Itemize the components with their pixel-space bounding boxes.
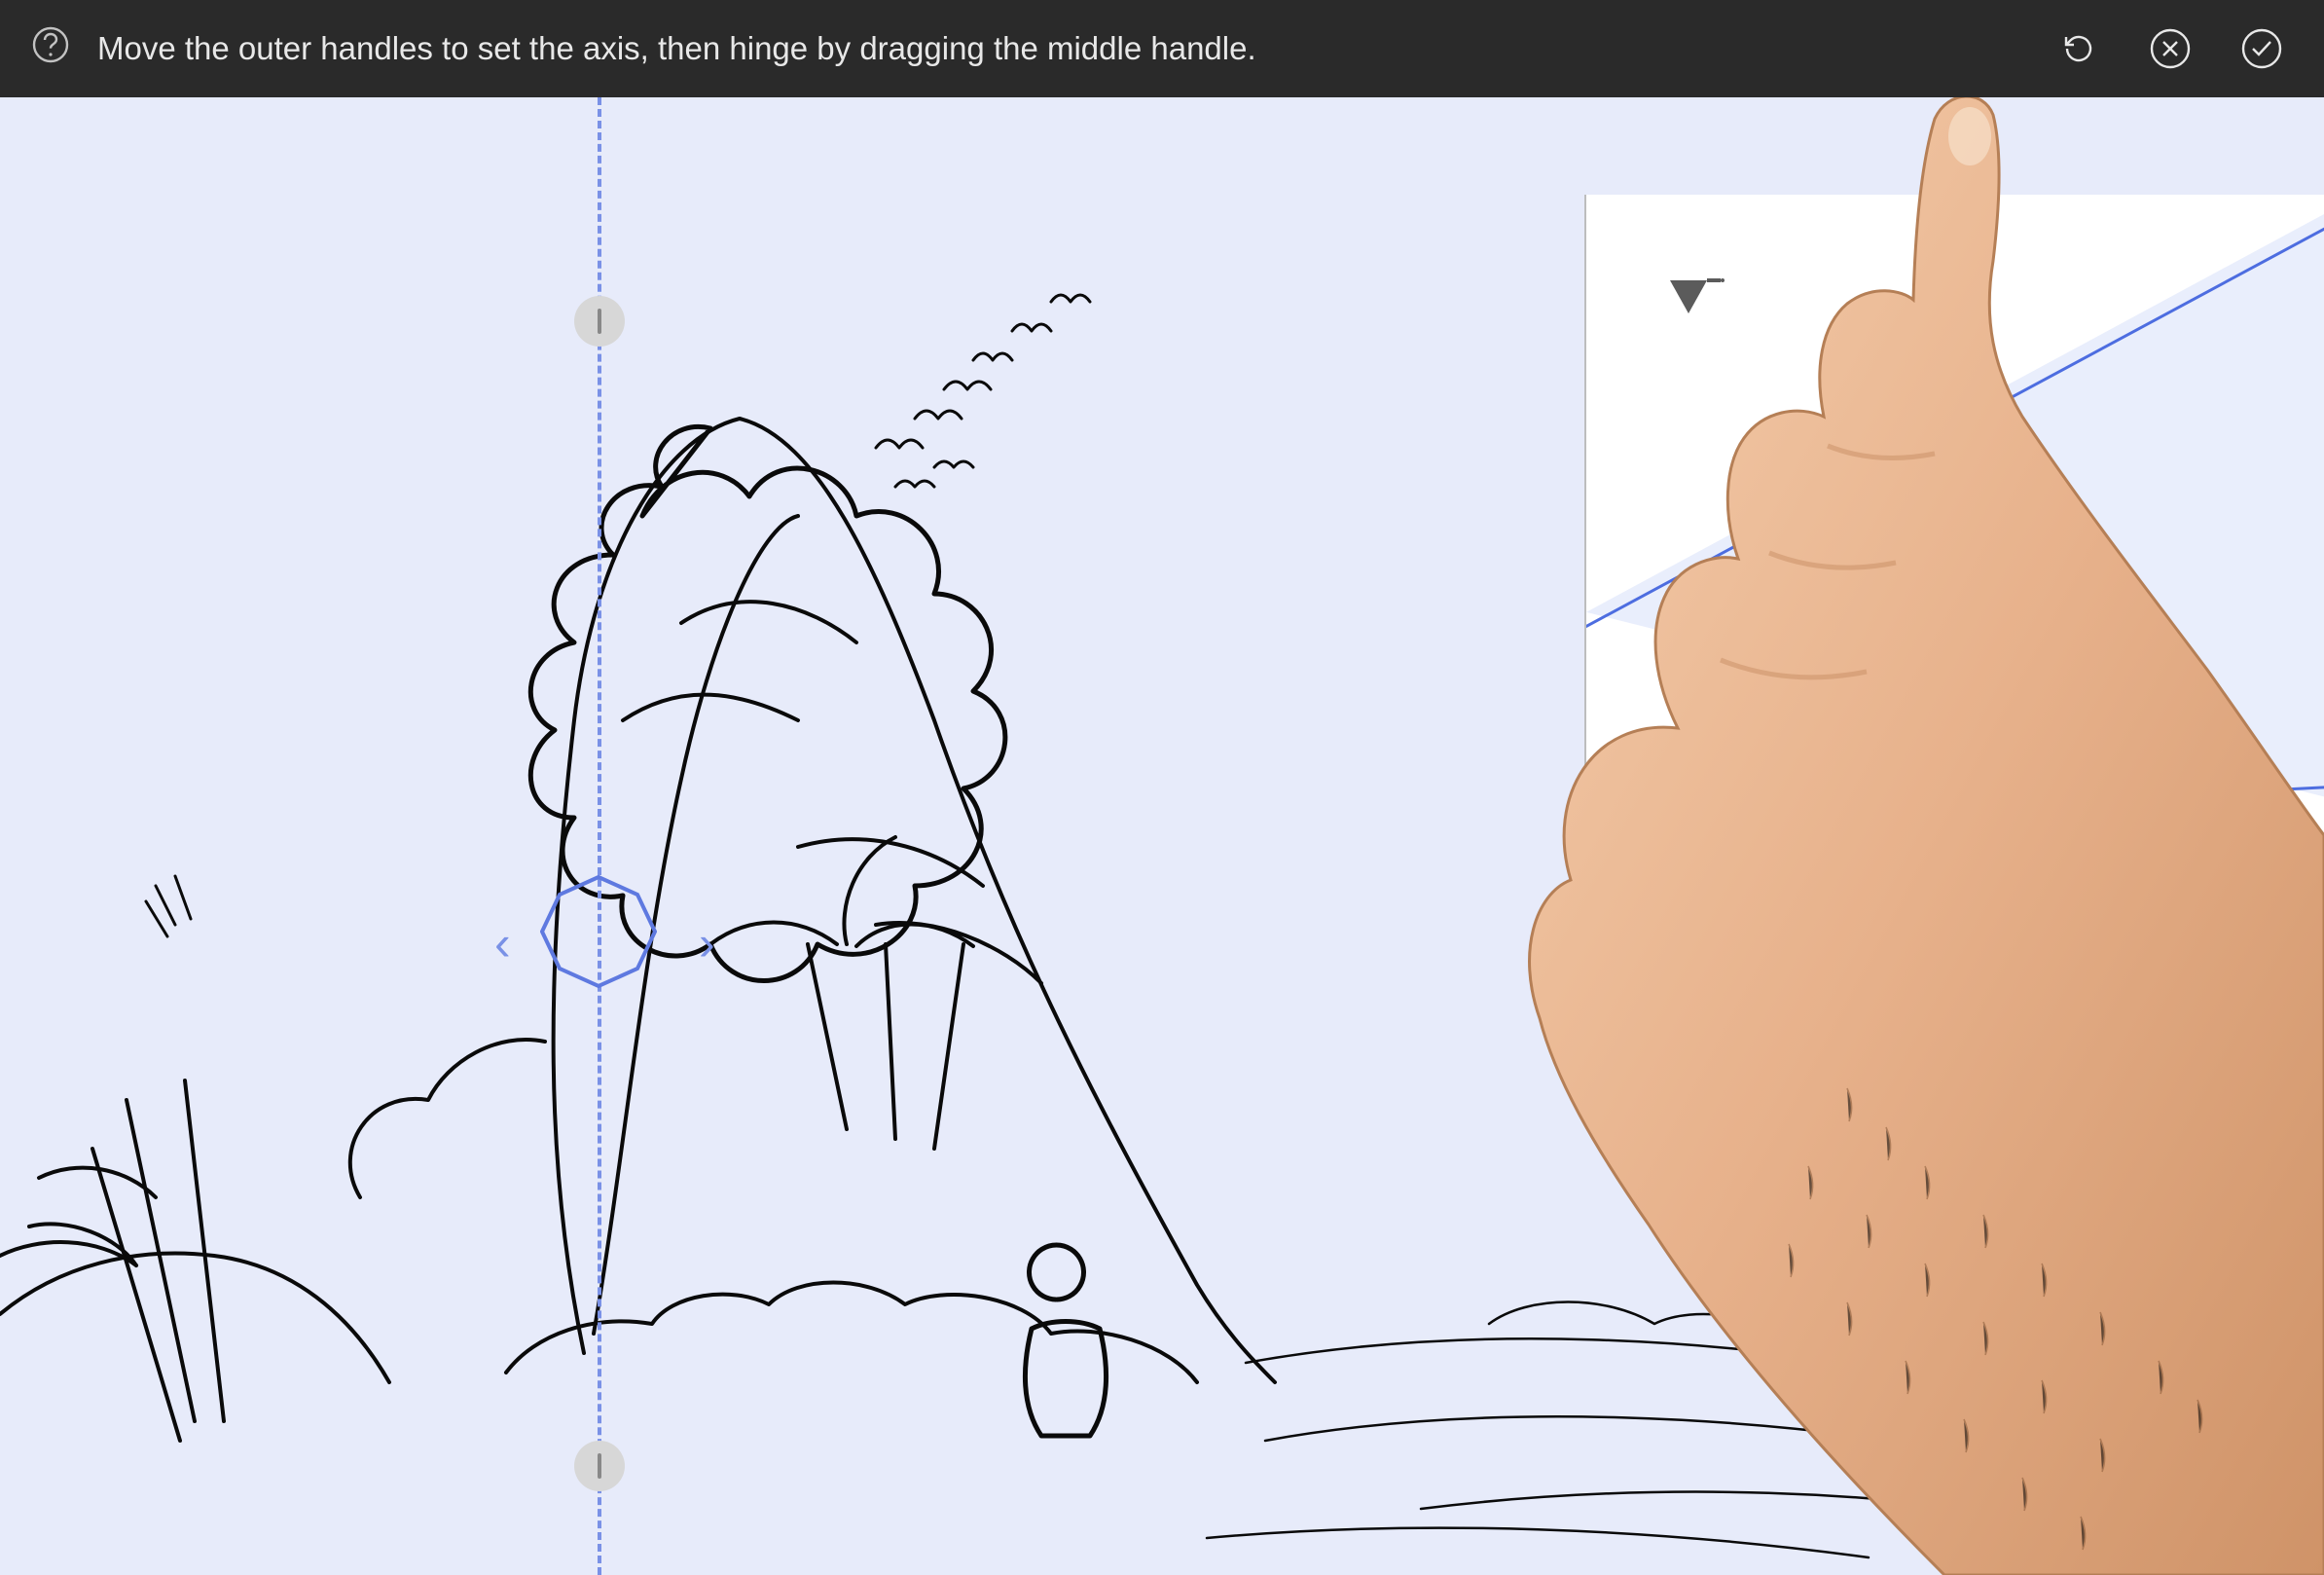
topbar: Move the outer handles to set the axis, …	[0, 0, 2324, 97]
hint-text: Move the outer handles to set the axis, …	[97, 30, 2018, 67]
cancel-button[interactable]	[2139, 18, 2201, 80]
expand-icon[interactable]	[1621, 855, 1664, 897]
reset-button[interactable]	[2048, 18, 2110, 80]
axis-middle-handle[interactable]	[540, 871, 657, 988]
vanishing-point-icon[interactable]	[1668, 278, 1726, 328]
hinge-left-arrow: ‹	[494, 915, 511, 971]
axis-bottom-handle[interactable]	[574, 1441, 625, 1491]
perspective-preview-panel	[1584, 195, 2324, 934]
help-icon[interactable]	[31, 25, 70, 72]
drawing-canvas[interactable]: ‹ ›	[0, 97, 2324, 1575]
axis-top-handle[interactable]	[574, 296, 625, 347]
move-icon[interactable]	[2246, 855, 2289, 897]
hinge-right-arrow: ›	[699, 915, 715, 971]
confirm-button[interactable]	[2231, 18, 2293, 80]
